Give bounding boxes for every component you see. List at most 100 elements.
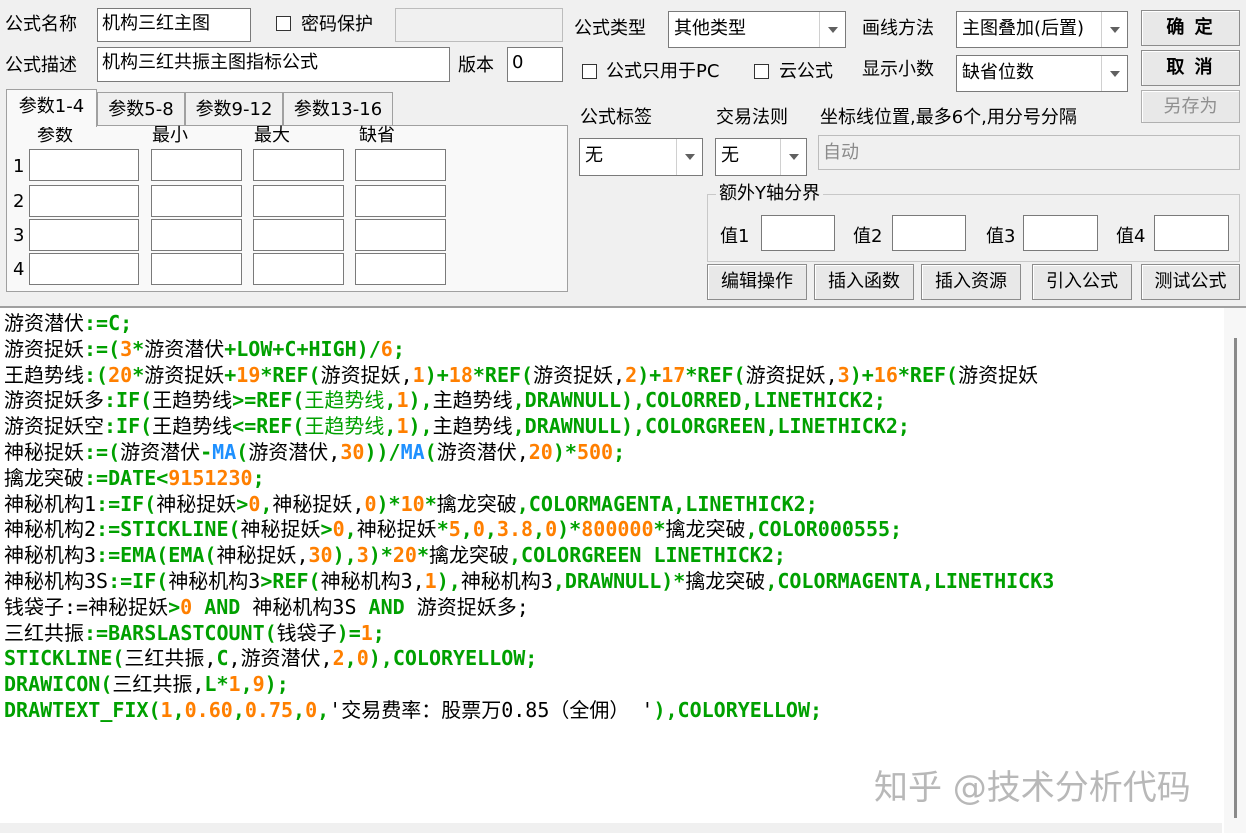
code-line[interactable]: 神秘机构3S:=IF(神秘机构3>REF(神秘机构3,1),神秘机构3,DRAW…	[4, 569, 1220, 595]
code-token: 2	[625, 362, 638, 387]
param-4-default-input[interactable]	[355, 253, 446, 285]
code-line[interactable]: 钱袋子:=神秘捉妖>0 AND 神秘机构3S AND 游资捉妖多;	[4, 595, 1220, 621]
save-as-button[interactable]: 另存为	[1141, 90, 1240, 123]
param-2-name-input[interactable]	[29, 185, 139, 217]
value1-label: 值1	[720, 226, 750, 247]
code-token: 500	[576, 439, 614, 464]
param-1-min-input[interactable]	[151, 149, 242, 181]
code-line[interactable]: 王趋势线:(20*游资捉妖+19*REF(游资捉妖,1)+18*REF(游资捉妖…	[4, 363, 1220, 389]
param-row-number: 1	[13, 156, 25, 177]
param-table: 参数 最小 最大 缺省 1 2 3 4	[6, 125, 568, 292]
trade-rule-select[interactable]: 无	[715, 138, 807, 176]
code-line[interactable]: DRAWTEXT_FIX(1,0.60,0.75,0,'交易费率：股票万0.85…	[4, 698, 1220, 724]
code-line[interactable]: 游资捉妖多:IF(王趋势线>=REF(王趋势线,1),主趋势线,DRAWNULL…	[4, 388, 1220, 414]
scrollbar-thumb[interactable]	[1234, 338, 1237, 818]
param-1-max-input[interactable]	[253, 149, 344, 181]
code-token: :=IF(	[96, 491, 157, 516]
code-token: 0	[356, 646, 369, 671]
tab-params-13-16[interactable]: 参数13-16	[283, 92, 393, 125]
param-4-min-input[interactable]	[151, 253, 242, 285]
formula-desc-input[interactable]: 机构三红共振主图指标公式	[97, 47, 450, 82]
param-3-max-input[interactable]	[253, 219, 344, 251]
code-line[interactable]: 游资潜伏:=C;	[4, 311, 1220, 337]
formula-name-input[interactable]: 机构三红主图	[97, 8, 251, 42]
code-line[interactable]: 游资捉妖空:IF(王趋势线<=REF(王趋势线,1),主趋势线,DRAWNULL…	[4, 414, 1220, 440]
param-4-name-input[interactable]	[29, 253, 139, 285]
code-token: 0	[332, 517, 345, 542]
value2-input[interactable]	[892, 215, 966, 251]
version-input[interactable]: 0	[507, 47, 563, 82]
code-line[interactable]: 神秘机构3:=EMA(EMA(神秘捉妖,30),3)*20*擒龙突破,COLOR…	[4, 543, 1220, 569]
code-token: 30	[308, 543, 333, 568]
code-token: *REF(	[260, 362, 321, 387]
decimals-select[interactable]: 缺省位数	[956, 55, 1128, 92]
code-line[interactable]: DRAWICON(三红共振,L*1,9);	[4, 672, 1220, 698]
import-formula-button[interactable]: 引入公式	[1032, 264, 1132, 300]
code-token: ,DRAWNULL),COLORRED,LINETHICK2;	[512, 388, 886, 413]
code-token: (	[424, 439, 437, 464]
code-token: 王趋势线	[4, 362, 84, 387]
insert-resource-button[interactable]: 插入资源	[921, 264, 1021, 300]
param-1-name-input[interactable]	[29, 149, 139, 181]
param-1-default-input[interactable]	[355, 149, 446, 181]
code-token: ),COLORYELLOW;	[368, 646, 538, 671]
code-token: STICKLINE(	[4, 646, 125, 671]
code-token: 游资潜伏	[144, 336, 225, 361]
code-token: 20	[108, 362, 133, 387]
code-token: MA	[212, 439, 237, 464]
insert-function-button[interactable]: 插入函数	[814, 264, 914, 300]
code-token: ,COLORMAGENTA,LINETHICK3	[765, 568, 1055, 593]
password-checkbox[interactable]	[276, 16, 291, 31]
tab-params-1-4[interactable]: 参数1-4	[6, 89, 97, 127]
param-3-default-input[interactable]	[355, 219, 446, 251]
code-token: +LOW+C+HIGH)/	[224, 336, 381, 361]
vertical-scrollbar[interactable]	[1224, 308, 1246, 833]
code-line[interactable]: 神秘机构1:=IF(神秘捉妖>0,神秘捉妖,0)*10*擒龙突破,COLORMA…	[4, 492, 1220, 518]
code-token: 0	[364, 491, 377, 516]
param-3-min-input[interactable]	[151, 219, 242, 251]
ok-button[interactable]: 确 定	[1141, 10, 1240, 46]
code-editor[interactable]: 游资潜伏:=C; 游资捉妖:=(3*游资潜伏+LOW+C+HIGH)/6; 王趋势线…	[0, 306, 1246, 833]
code-token: 擒龙突破	[685, 568, 766, 593]
edit-ops-button[interactable]: 编辑操作	[707, 264, 807, 300]
code-token: *REF(	[897, 362, 959, 387]
pc-only-checkbox[interactable]	[582, 64, 597, 79]
param-2-default-input[interactable]	[355, 185, 446, 217]
code-line[interactable]: 神秘机构2:=STICKLINE(神秘捉妖>0,神秘捉妖*5,0,3.8,0)*…	[4, 517, 1220, 543]
draw-method-select[interactable]: 主图叠加(后置)	[956, 11, 1128, 48]
code-line[interactable]: 三红共振:=BARSLASTCOUNT(钱袋子)=1;	[4, 621, 1220, 647]
code-line[interactable]: 神秘捉妖:=(游资潜伏-MA(游资潜伏,30))/MA(游资潜伏,20)*500…	[4, 440, 1220, 466]
param-2-min-input[interactable]	[151, 185, 242, 217]
value4-input[interactable]	[1154, 215, 1229, 251]
code-token: 擒龙突破	[665, 517, 746, 542]
horizontal-scrollbar[interactable]	[0, 823, 1222, 833]
code-text[interactable]: 游资潜伏:=C; 游资捉妖:=(3*游资潜伏+LOW+C+HIGH)/6; 王趋势线…	[4, 311, 1220, 724]
code-token: 王趋势线	[304, 388, 385, 413]
cancel-button[interactable]: 取 消	[1141, 50, 1240, 86]
code-line[interactable]: 游资捉妖:=(3*游资潜伏+LOW+C+HIGH)/6;	[4, 337, 1220, 363]
code-token: 19	[236, 362, 261, 387]
code-token: (	[236, 439, 249, 464]
tab-params-5-8[interactable]: 参数5-8	[97, 92, 185, 125]
code-token: 神秘机构3	[4, 543, 97, 568]
param-3-name-input[interactable]	[29, 219, 139, 251]
test-formula-button[interactable]: 测试公式	[1141, 264, 1240, 300]
code-token: 16	[873, 362, 898, 387]
code-line[interactable]: STICKLINE(三红共振,C,游资潜伏,2,0),COLORYELLOW;	[4, 646, 1220, 672]
formula-type-select[interactable]: 其他类型	[668, 11, 846, 48]
value1-input[interactable]	[761, 215, 835, 251]
value3-input[interactable]	[1023, 215, 1098, 251]
code-token: 游资捉妖,	[745, 362, 838, 387]
param-2-max-input[interactable]	[253, 185, 344, 217]
coord-line-input[interactable]: 自动	[818, 135, 1240, 170]
param-4-max-input[interactable]	[253, 253, 344, 285]
code-token: :=STICKLINE(	[96, 517, 241, 542]
code-line[interactable]: 擒龙突破:=DATE<9151230;	[4, 466, 1220, 492]
tab-params-9-12[interactable]: 参数9-12	[185, 92, 283, 125]
code-token: ,	[260, 491, 273, 516]
code-token: 神秘捉妖	[4, 439, 84, 464]
formula-tag-select[interactable]: 无	[579, 138, 703, 176]
code-token: 神秘捉妖	[356, 517, 437, 542]
code-token: ),	[408, 388, 433, 413]
cloud-formula-checkbox[interactable]	[754, 64, 769, 79]
